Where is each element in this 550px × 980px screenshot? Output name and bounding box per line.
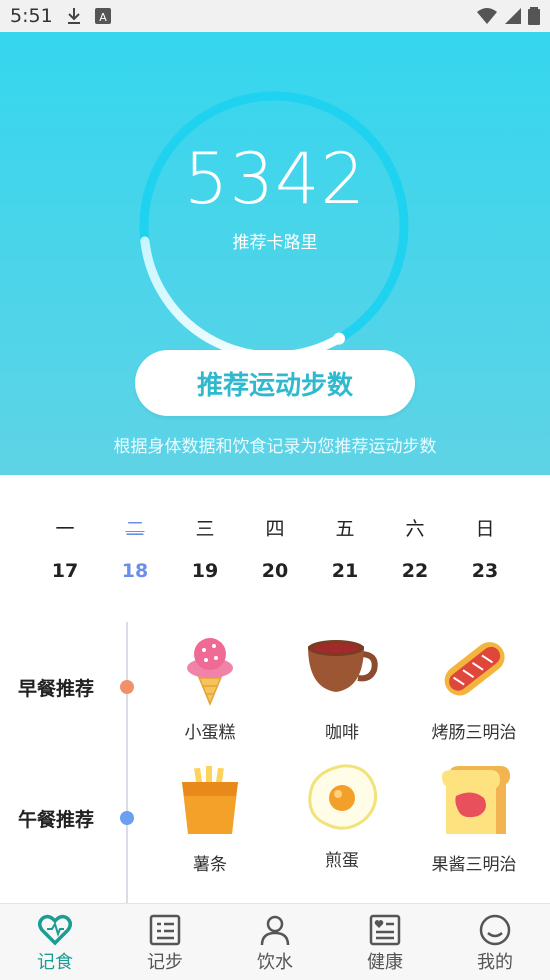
weekday-label: 一 — [55, 518, 75, 540]
app-a-icon: A — [95, 8, 111, 24]
health-list-icon — [369, 914, 401, 946]
food-item-hotdog-sandwich[interactable]: 烤肠三明治 — [404, 630, 544, 743]
weekday-label: 五 — [335, 518, 355, 540]
food-item-cake[interactable]: 小蛋糕 — [140, 630, 280, 743]
jam-toast-icon — [442, 766, 510, 834]
day-item-mon[interactable]: 一 17 — [30, 514, 100, 582]
tab-steps[interactable]: 记步 — [110, 904, 220, 980]
svg-text:A: A — [99, 11, 107, 24]
food-name: 果酱三明治 — [431, 855, 517, 875]
food-name: 咖啡 — [325, 723, 359, 743]
wifi-icon — [477, 8, 497, 24]
hotdog-icon — [444, 642, 505, 696]
breakfast-label: 早餐推荐 — [18, 678, 95, 700]
heart-icon — [38, 914, 72, 946]
ice-cream-icon — [187, 638, 233, 706]
weekday-label: 六 — [405, 518, 425, 540]
timeline-line — [126, 622, 128, 912]
food-name: 小蛋糕 — [184, 723, 236, 743]
day-item-sun[interactable]: 日 23 — [450, 514, 520, 582]
tab-food[interactable]: 记食 — [0, 904, 110, 980]
date-label: 20 — [261, 560, 289, 582]
week-selector: 一 17 二 18 三 19 四 20 五 21 六 22 日 23 — [30, 514, 520, 582]
signal-icon — [505, 8, 521, 24]
status-bar: 5:51 A — [0, 0, 550, 32]
coffee-cup-icon — [308, 640, 378, 692]
date-label: 18 — [121, 560, 149, 582]
fries-icon — [182, 766, 238, 834]
lunch-label: 午餐推荐 — [18, 809, 95, 831]
list-icon — [149, 914, 181, 946]
food-item-coffee[interactable]: 咖啡 — [272, 630, 412, 743]
person-icon — [260, 915, 290, 946]
food-name: 烤肠三明治 — [431, 723, 517, 743]
tab-health[interactable]: 健康 — [330, 904, 440, 980]
calorie-ring-knob — [333, 332, 345, 345]
weekday-label: 四 — [265, 518, 285, 540]
day-item-wed[interactable]: 三 19 — [170, 514, 240, 582]
food-item-jam-sandwich[interactable]: 果酱三明治 — [404, 762, 544, 875]
food-item-fried-egg[interactable]: 煎蛋 — [272, 762, 412, 871]
day-item-sat[interactable]: 六 22 — [380, 514, 450, 582]
status-notification-icons: A — [66, 6, 112, 26]
date-label: 22 — [401, 560, 429, 582]
weekday-label: 日 — [475, 518, 495, 540]
weekday-label: 三 — [195, 518, 215, 540]
tab-profile[interactable]: 我的 — [440, 904, 550, 980]
bottom-tab-bar: 记食 记步 饮水 健康 我的 — [0, 903, 550, 980]
day-item-thu[interactable]: 四 20 — [240, 514, 310, 582]
calorie-progress-ring — [139, 91, 409, 361]
food-name: 煎蛋 — [325, 851, 359, 871]
download-icon — [68, 8, 80, 24]
food-name: 薯条 — [193, 855, 227, 875]
date-label: 17 — [51, 560, 79, 582]
lunch-timeline-dot — [120, 811, 134, 825]
date-label: 19 — [191, 560, 219, 582]
smile-icon — [479, 914, 511, 946]
recommended-calories-label: 推荐卡路里 — [232, 233, 318, 253]
food-item-fries[interactable]: 薯条 — [140, 762, 280, 875]
tab-label: 记食 — [37, 952, 73, 973]
tab-label: 饮水 — [257, 952, 293, 973]
battery-icon — [528, 7, 540, 25]
calorie-ring-progress-arc — [140, 236, 344, 361]
recommended-calories-value: 5342 — [183, 138, 367, 220]
breakfast-timeline-dot — [120, 680, 134, 694]
tab-label: 记步 — [147, 952, 183, 973]
tab-water[interactable]: 饮水 — [220, 904, 330, 980]
date-label: 23 — [471, 560, 499, 582]
recommend-steps-button[interactable]: 推荐运动步数 — [135, 350, 415, 416]
status-time: 5:51 — [10, 5, 53, 27]
tab-label: 我的 — [477, 952, 513, 973]
day-item-fri[interactable]: 五 21 — [310, 514, 380, 582]
weekday-label: 二 — [125, 518, 145, 540]
status-system-icons — [476, 6, 540, 26]
day-item-tue[interactable]: 二 18 — [100, 514, 170, 582]
fried-egg-icon — [308, 764, 378, 830]
tab-label: 健康 — [367, 952, 403, 973]
recommend-description: 根据身体数据和饮食记录为您推荐运动步数 — [113, 437, 437, 457]
date-label: 21 — [331, 560, 359, 582]
